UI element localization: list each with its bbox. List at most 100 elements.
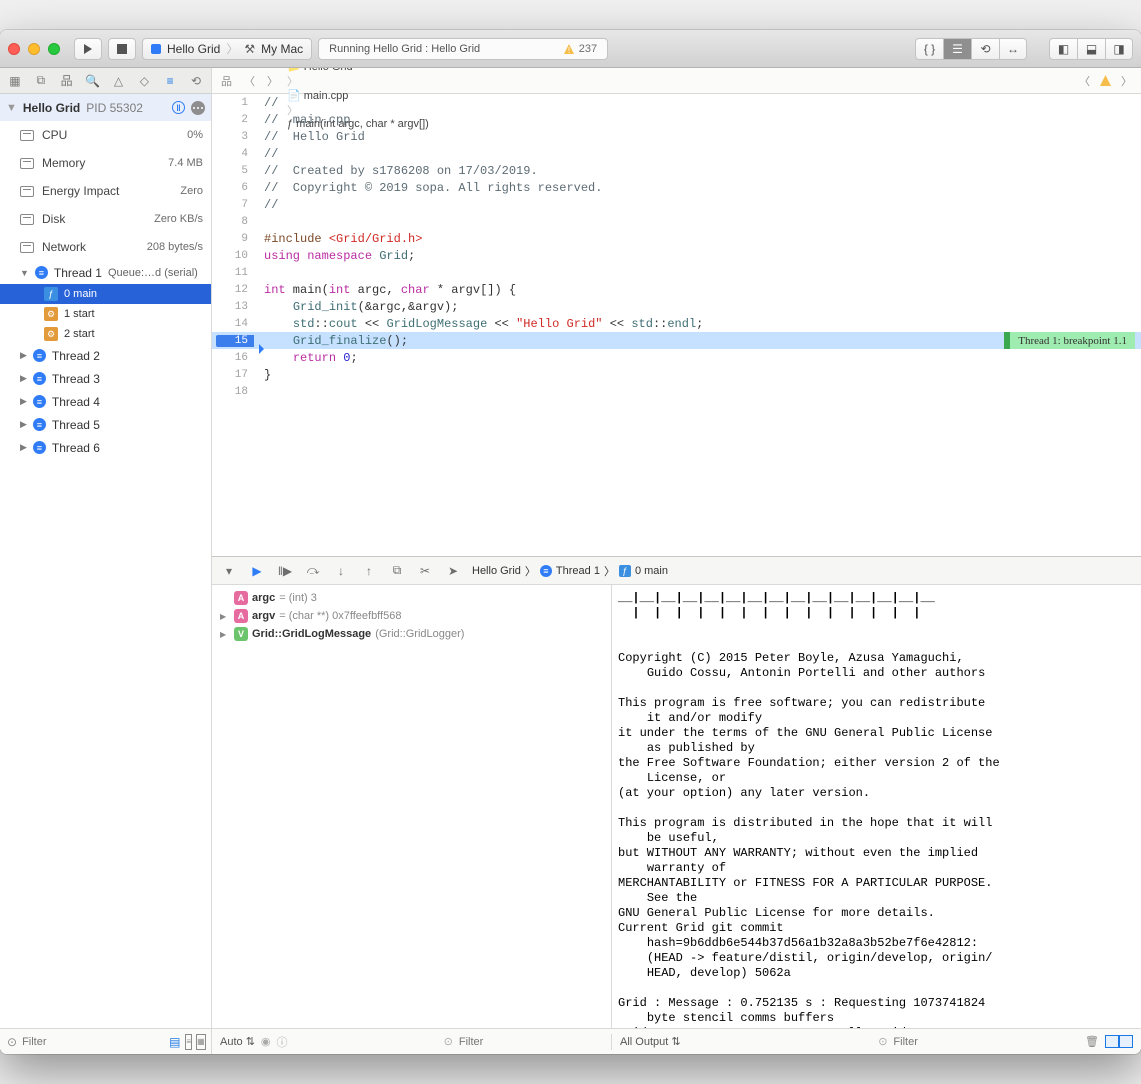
issue-count[interactable]: ! 237 <box>563 43 597 55</box>
gutter-line-number[interactable]: 7 <box>216 199 254 211</box>
thread-row[interactable]: ▶≡Thread 6 <box>0 436 211 459</box>
test-nav-icon[interactable]: ◇ <box>135 72 153 90</box>
variables-view[interactable]: Aargc = (int) 3▶Aargv = (char **) 0x7ffe… <box>212 585 612 1028</box>
minimize-window[interactable] <box>28 43 40 55</box>
step-out-button[interactable]: ↑ <box>360 562 378 580</box>
warning-icon: ! <box>563 43 575 55</box>
debug-toolbar: ▾ ▶ ‖▶ ⤼ ↓ ↑ ⧉ ✂ ➤ Hello Grid〉 ≡ Thread … <box>212 557 1141 585</box>
metric-energy-impact[interactable]: Energy ImpactZero <box>0 177 211 205</box>
hide-debug-icon[interactable]: ▾ <box>220 562 238 580</box>
jump-prev-issue-button[interactable]: 〈 <box>1076 73 1093 89</box>
stack-frame[interactable]: ƒ0 main <box>0 284 211 304</box>
gutter-line-number[interactable]: 10 <box>216 250 254 262</box>
gutter-line-number[interactable]: 11 <box>216 267 254 279</box>
symbol-nav-icon[interactable]: ⧉ <box>32 72 50 90</box>
filter-mode-3-icon[interactable]: ▦ <box>196 1034 206 1050</box>
thread-row[interactable]: ▶≡Thread 2 <box>0 344 211 367</box>
memory-graph-icon[interactable]: ✂ <box>416 562 434 580</box>
activity-viewer[interactable]: Running Hello Grid : Hello Grid ! 237 <box>318 38 608 60</box>
step-over-button[interactable]: ⤼ <box>304 562 322 580</box>
close-window[interactable] <box>8 43 20 55</box>
debug-nav-icon[interactable]: ≡ <box>161 72 179 90</box>
assistant-editor-button[interactable]: ☰ <box>943 38 971 60</box>
editor-arrow-button[interactable]: ↔ <box>999 38 1027 60</box>
clear-console-icon[interactable]: 🗑 <box>1085 1035 1099 1048</box>
gutter-line-number[interactable]: 9 <box>216 233 254 245</box>
gutter-line-number[interactable]: 1 <box>216 97 254 109</box>
filter-mode-1-icon[interactable]: ▤ <box>168 1034 181 1050</box>
breakpoint-annotation[interactable]: Thread 1: breakpoint 1.1 <box>1004 332 1135 349</box>
filter-mode-2-icon[interactable]: ≡ <box>185 1034 192 1050</box>
stack-frame[interactable]: ⚙2 start <box>0 324 211 344</box>
quicklook-icon[interactable]: ◉ <box>261 1035 271 1048</box>
print-description-icon[interactable]: ⓘ <box>277 1034 288 1050</box>
variable-row[interactable]: ▶Aargv = (char **) 0x7ffeefbff568 <box>216 607 607 625</box>
gutter-line-number[interactable]: 13 <box>216 301 254 313</box>
breadcrumb-segment[interactable]: 📁 Hello Grid <box>287 68 429 73</box>
gutter-line-number[interactable]: 2 <box>216 114 254 126</box>
gutter-line-number[interactable]: 15 <box>216 335 254 347</box>
thread-1-row[interactable]: ▼ ≡ Thread 1 Queue:…d (serial) <box>0 261 211 284</box>
toggle-debug-area-button[interactable]: ⬓ <box>1077 38 1105 60</box>
process-row[interactable]: ▼ Hello Grid PID 55302 ‖ <box>0 94 211 121</box>
toggle-navigator-button[interactable]: ◧ <box>1049 38 1077 60</box>
output-scope-selector[interactable]: All Output ⇅ <box>620 1035 681 1048</box>
gutter-line-number[interactable]: 14 <box>216 318 254 330</box>
breakpoint-nav-icon[interactable]: ⟲ <box>187 72 205 90</box>
gutter-line-number[interactable]: 12 <box>216 284 254 296</box>
find-nav-icon[interactable]: 品 <box>58 72 76 90</box>
console-filter-input[interactable] <box>893 1036 1079 1048</box>
target-name: My Mac <box>261 42 303 56</box>
metric-cpu[interactable]: CPU0% <box>0 121 211 149</box>
gutter-line-number[interactable]: 17 <box>216 369 254 381</box>
auto-scope-selector[interactable]: Auto ⇅ <box>220 1035 255 1048</box>
titlebar: Hello Grid 〉 ⚒ My Mac Running Hello Grid… <box>0 30 1141 68</box>
metric-network[interactable]: Network208 bytes/s <box>0 233 211 261</box>
search-nav-icon[interactable]: 🔍 <box>84 72 102 90</box>
view-hierarchy-icon[interactable]: ⧉ <box>388 562 406 580</box>
metric-disk[interactable]: DiskZero KB/s <box>0 205 211 233</box>
jump-next-issue-button[interactable]: 〉 <box>1118 73 1135 89</box>
debug-pane-toggle[interactable] <box>1105 1035 1133 1048</box>
metric-memory[interactable]: Memory7.4 MB <box>0 149 211 177</box>
source-editor[interactable]: 1//2// main.cpp3// Hello Grid4//5// Crea… <box>212 94 1141 556</box>
gutter-line-number[interactable]: 4 <box>216 148 254 160</box>
navigator-filter-input[interactable] <box>22 1036 164 1048</box>
gutter-line-number[interactable]: 6 <box>216 182 254 194</box>
zoom-window[interactable] <box>48 43 60 55</box>
jump-back-button[interactable]: 〈 <box>241 73 258 89</box>
related-items-icon[interactable]: 品 <box>218 73 235 89</box>
breakpoints-toggle-icon[interactable]: ▶ <box>248 562 266 580</box>
issue-nav-icon[interactable]: △ <box>110 72 128 90</box>
gutter-line-number[interactable]: 5 <box>216 165 254 177</box>
variable-row[interactable]: ▶VGrid::GridLogMessage (Grid::GridLogger… <box>216 625 607 643</box>
gutter-line-number[interactable]: 16 <box>216 352 254 364</box>
console-output[interactable]: __|__|__|__|__|__|__|__|__|__|__|__|__|_… <box>612 585 1141 1028</box>
jump-forward-button[interactable]: 〉 <box>264 73 281 89</box>
process-options-icon[interactable] <box>191 101 205 115</box>
pause-indicator-icon[interactable]: ‖ <box>172 101 185 114</box>
standard-editor-button[interactable]: { } <box>915 38 943 60</box>
thread-row[interactable]: ▶≡Thread 4 <box>0 390 211 413</box>
debug-breadcrumb[interactable]: Hello Grid〉 ≡ Thread 1〉 ƒ 0 main <box>472 563 668 579</box>
project-nav-icon[interactable]: ▦ <box>6 72 24 90</box>
stop-button[interactable] <box>108 38 136 60</box>
gutter-line-number[interactable]: 18 <box>216 386 254 398</box>
toggle-inspector-button[interactable]: ◨ <box>1105 38 1133 60</box>
continue-button[interactable]: ‖▶ <box>276 562 294 580</box>
run-button[interactable] <box>74 38 102 60</box>
variable-row[interactable]: Aargc = (int) 3 <box>216 589 607 607</box>
step-into-button[interactable]: ↓ <box>332 562 350 580</box>
code-line: 13 Grid_init(&argc,&argv); <box>212 298 1141 315</box>
thread-icon: ≡ <box>33 349 46 362</box>
gutter-line-number[interactable]: 8 <box>216 216 254 228</box>
bc-thread: Thread 1 <box>556 565 600 577</box>
location-sim-icon[interactable]: ➤ <box>444 562 462 580</box>
stack-frame[interactable]: ⚙1 start <box>0 304 211 324</box>
scheme-selector[interactable]: Hello Grid 〉 ⚒ My Mac <box>142 38 312 60</box>
variables-filter-input[interactable] <box>459 1036 603 1048</box>
thread-row[interactable]: ▶≡Thread 5 <box>0 413 211 436</box>
version-editor-button[interactable]: ⟲ <box>971 38 999 60</box>
thread-row[interactable]: ▶≡Thread 3 <box>0 367 211 390</box>
gutter-line-number[interactable]: 3 <box>216 131 254 143</box>
